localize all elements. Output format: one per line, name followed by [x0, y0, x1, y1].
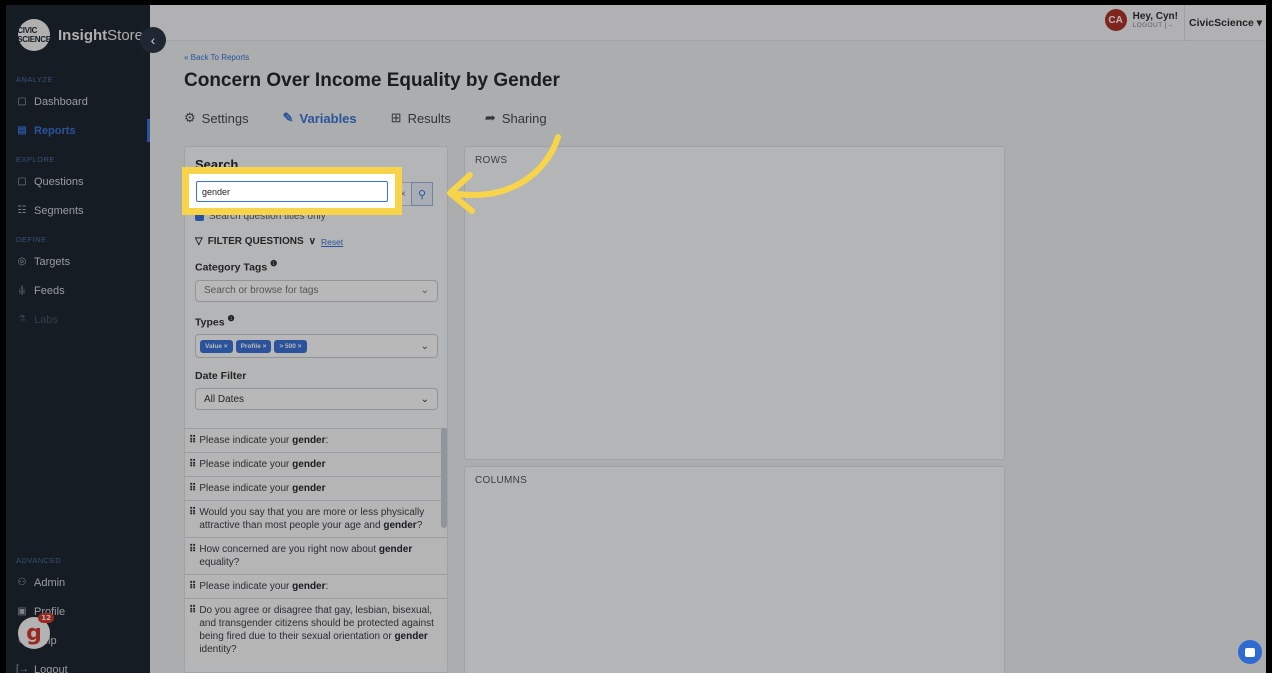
chat-icon[interactable] — [1238, 640, 1262, 664]
pointer-arrow-icon — [447, 134, 561, 214]
tutorial-overlay — [6, 5, 1266, 673]
app-window: CIVIC SCIENCE InsightStore ANALYZE ▢ Dashb… — [6, 5, 1266, 673]
collapse-sidebar-icon[interactable]: ‹ — [140, 27, 166, 53]
search-highlight — [182, 167, 402, 215]
search-input-highlighted[interactable] — [196, 181, 388, 202]
